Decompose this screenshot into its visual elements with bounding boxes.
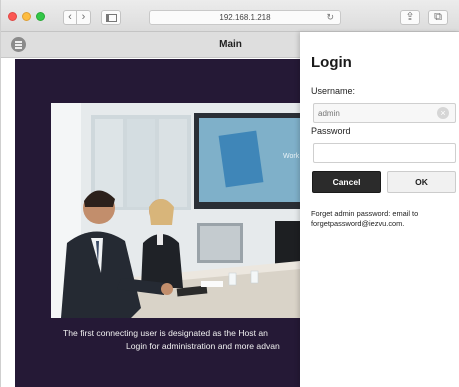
- username-field[interactable]: [313, 103, 456, 123]
- host-info-caption: The first connecting user is designated …: [15, 327, 300, 353]
- tabs-overview-button[interactable]: ⧉: [428, 10, 448, 25]
- close-window-button[interactable]: [8, 12, 17, 21]
- login-title: Login: [311, 54, 352, 71]
- password-field[interactable]: [313, 143, 456, 163]
- zoom-window-button[interactable]: [36, 12, 45, 21]
- sidebar-icon: [105, 14, 117, 22]
- meeting-photo: Work: [51, 103, 300, 318]
- share-button[interactable]: ⇪: [400, 10, 420, 25]
- login-panel: Login Username: × Password Cancel OK For…: [300, 32, 459, 387]
- chevron-left-icon: ‹: [68, 11, 72, 23]
- reload-icon[interactable]: ↻: [326, 11, 334, 24]
- username-label: Username:: [311, 86, 356, 96]
- main-content: Work The first connecting user is design…: [15, 59, 300, 387]
- forward-button[interactable]: ›: [77, 10, 91, 25]
- browser-toolbar: ‹ › 192.168.1.218 ↻ ⇪ ⧉: [1, 0, 459, 32]
- chevron-right-icon: ›: [81, 11, 86, 23]
- address-text: 192.168.1.218: [219, 13, 271, 22]
- caption-line-1: The first connecting user is designated …: [63, 328, 268, 338]
- sidebar-toggle-button[interactable]: [101, 10, 121, 25]
- browser-window: ‹ › 192.168.1.218 ↻ ⇪ ⧉ Main Work The fi…: [0, 0, 459, 387]
- meeting-illustration: Work: [51, 103, 300, 318]
- caption-line-2: Login for administration and more advan: [126, 341, 280, 351]
- address-bar[interactable]: 192.168.1.218 ↻: [149, 10, 341, 25]
- ok-button[interactable]: OK: [387, 171, 456, 193]
- cancel-button[interactable]: Cancel: [312, 171, 381, 193]
- back-button[interactable]: ‹: [63, 10, 77, 25]
- clear-icon[interactable]: ×: [437, 107, 449, 119]
- tabs-icon: ⧉: [434, 11, 442, 23]
- password-label: Password: [311, 126, 351, 136]
- screen-text: Work: [283, 153, 300, 160]
- minimize-window-button[interactable]: [22, 12, 31, 21]
- forgot-password-note: Forget admin password: email to forgetpa…: [311, 209, 419, 228]
- share-icon: ⇪: [405, 11, 415, 23]
